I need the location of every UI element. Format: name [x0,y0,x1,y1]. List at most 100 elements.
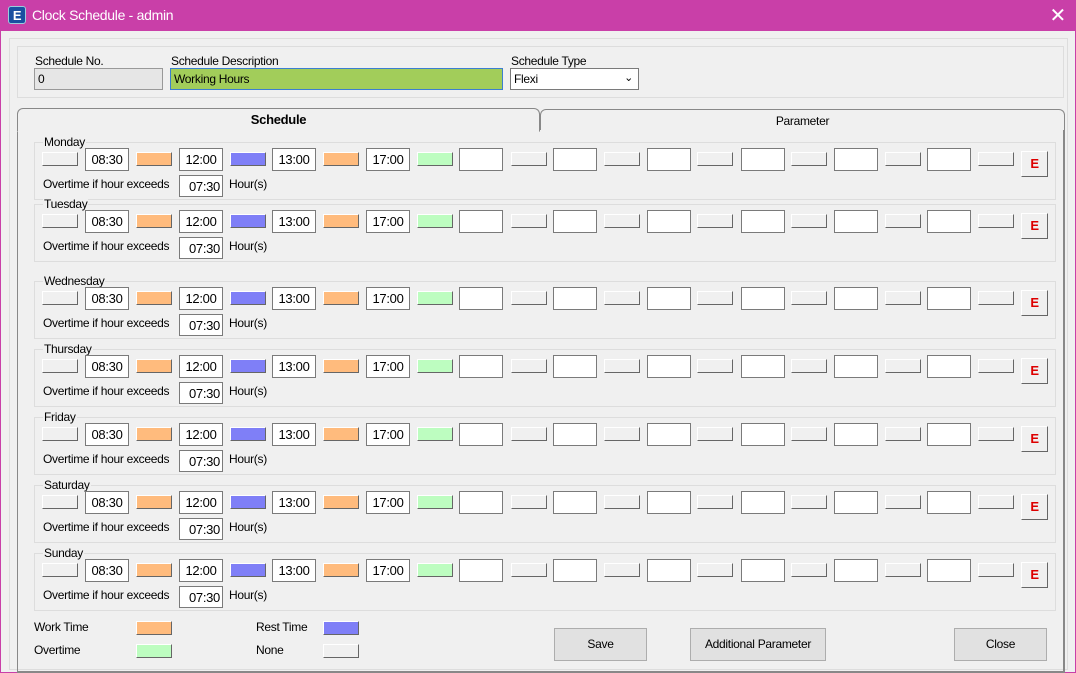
time-input[interactable] [647,355,691,378]
segment-work-button[interactable] [323,214,359,228]
edit-day-button[interactable]: E [1021,426,1048,452]
time-input[interactable] [647,210,691,233]
segment-none-button[interactable] [42,214,78,228]
time-input[interactable] [459,210,503,233]
time-input[interactable]: 13:00 [272,355,316,378]
segment-work-button[interactable] [323,291,359,305]
time-input[interactable]: 12:00 [179,287,223,310]
time-input[interactable] [647,148,691,171]
overtime-threshold-input[interactable]: 07:30 [179,237,223,259]
segment-none-button[interactable] [42,427,78,441]
time-input[interactable] [647,287,691,310]
close-window-icon[interactable]: ✕ [1050,3,1067,28]
time-input[interactable] [459,287,503,310]
time-input[interactable]: 12:00 [179,423,223,446]
time-input[interactable]: 13:00 [272,423,316,446]
segment-none-button[interactable] [604,291,640,305]
segment-none-button[interactable] [42,152,78,166]
segment-none-button[interactable] [604,359,640,373]
time-input[interactable] [834,210,878,233]
time-input[interactable]: 13:00 [272,210,316,233]
time-input[interactable] [927,491,971,514]
time-input[interactable]: 08:30 [85,287,129,310]
segment-work-button[interactable] [323,495,359,509]
time-input[interactable] [927,287,971,310]
segment-work-button[interactable] [136,563,172,577]
segment-rest-button[interactable] [230,427,266,441]
segment-overtime-button[interactable] [417,291,453,305]
segment-none-button[interactable] [791,152,827,166]
segment-none-button[interactable] [604,563,640,577]
overtime-threshold-input[interactable]: 07:30 [179,586,223,608]
time-input[interactable] [927,355,971,378]
segment-none-button[interactable] [885,291,921,305]
time-input[interactable] [647,559,691,582]
schedule-description-field[interactable]: Working Hours [170,68,503,90]
time-input[interactable]: 13:00 [272,148,316,171]
time-input[interactable] [834,287,878,310]
time-input[interactable]: 17:00 [366,559,410,582]
time-input[interactable] [834,423,878,446]
time-input[interactable]: 08:30 [85,355,129,378]
time-input[interactable] [741,491,785,514]
segment-none-button[interactable] [604,152,640,166]
time-input[interactable] [927,423,971,446]
segment-none-button[interactable] [978,214,1014,228]
time-input[interactable] [741,148,785,171]
segment-none-button[interactable] [978,152,1014,166]
time-input[interactable]: 17:00 [366,491,410,514]
overtime-threshold-input[interactable]: 07:30 [179,518,223,540]
segment-work-button[interactable] [323,359,359,373]
segment-none-button[interactable] [511,152,547,166]
time-input[interactable]: 17:00 [366,210,410,233]
additional-parameter-button[interactable]: Additional Parameter [690,628,826,661]
segment-none-button[interactable] [697,152,733,166]
time-input[interactable]: 13:00 [272,287,316,310]
edit-day-button[interactable]: E [1021,290,1048,316]
time-input[interactable] [459,423,503,446]
time-input[interactable] [927,148,971,171]
time-input[interactable] [459,355,503,378]
segment-none-button[interactable] [604,495,640,509]
segment-none-button[interactable] [697,359,733,373]
segment-none-button[interactable] [42,563,78,577]
time-input[interactable] [741,210,785,233]
segment-none-button[interactable] [978,359,1014,373]
segment-none-button[interactable] [978,563,1014,577]
segment-none-button[interactable] [511,427,547,441]
time-input[interactable] [553,423,597,446]
segment-none-button[interactable] [978,495,1014,509]
segment-work-button[interactable] [136,214,172,228]
segment-none-button[interactable] [697,291,733,305]
time-input[interactable]: 17:00 [366,287,410,310]
time-input[interactable]: 08:30 [85,559,129,582]
tab-schedule[interactable]: Schedule [17,108,540,132]
segment-none-button[interactable] [885,359,921,373]
segment-none-button[interactable] [791,495,827,509]
segment-rest-button[interactable] [230,495,266,509]
time-input[interactable] [834,148,878,171]
time-input[interactable]: 12:00 [179,355,223,378]
time-input[interactable] [741,355,785,378]
time-input[interactable] [834,491,878,514]
time-input[interactable] [741,287,785,310]
segment-none-button[interactable] [511,495,547,509]
segment-none-button[interactable] [978,427,1014,441]
time-input[interactable] [834,355,878,378]
time-input[interactable] [647,491,691,514]
segment-none-button[interactable] [885,152,921,166]
segment-none-button[interactable] [697,563,733,577]
time-input[interactable] [553,491,597,514]
time-input[interactable] [834,559,878,582]
segment-work-button[interactable] [136,495,172,509]
time-input[interactable] [553,287,597,310]
segment-work-button[interactable] [323,427,359,441]
time-input[interactable]: 12:00 [179,559,223,582]
segment-none-button[interactable] [791,291,827,305]
time-input[interactable]: 08:30 [85,210,129,233]
overtime-threshold-input[interactable]: 07:30 [179,314,223,336]
overtime-threshold-input[interactable]: 07:30 [179,450,223,472]
edit-day-button[interactable]: E [1021,562,1048,588]
segment-rest-button[interactable] [230,359,266,373]
time-input[interactable] [927,559,971,582]
